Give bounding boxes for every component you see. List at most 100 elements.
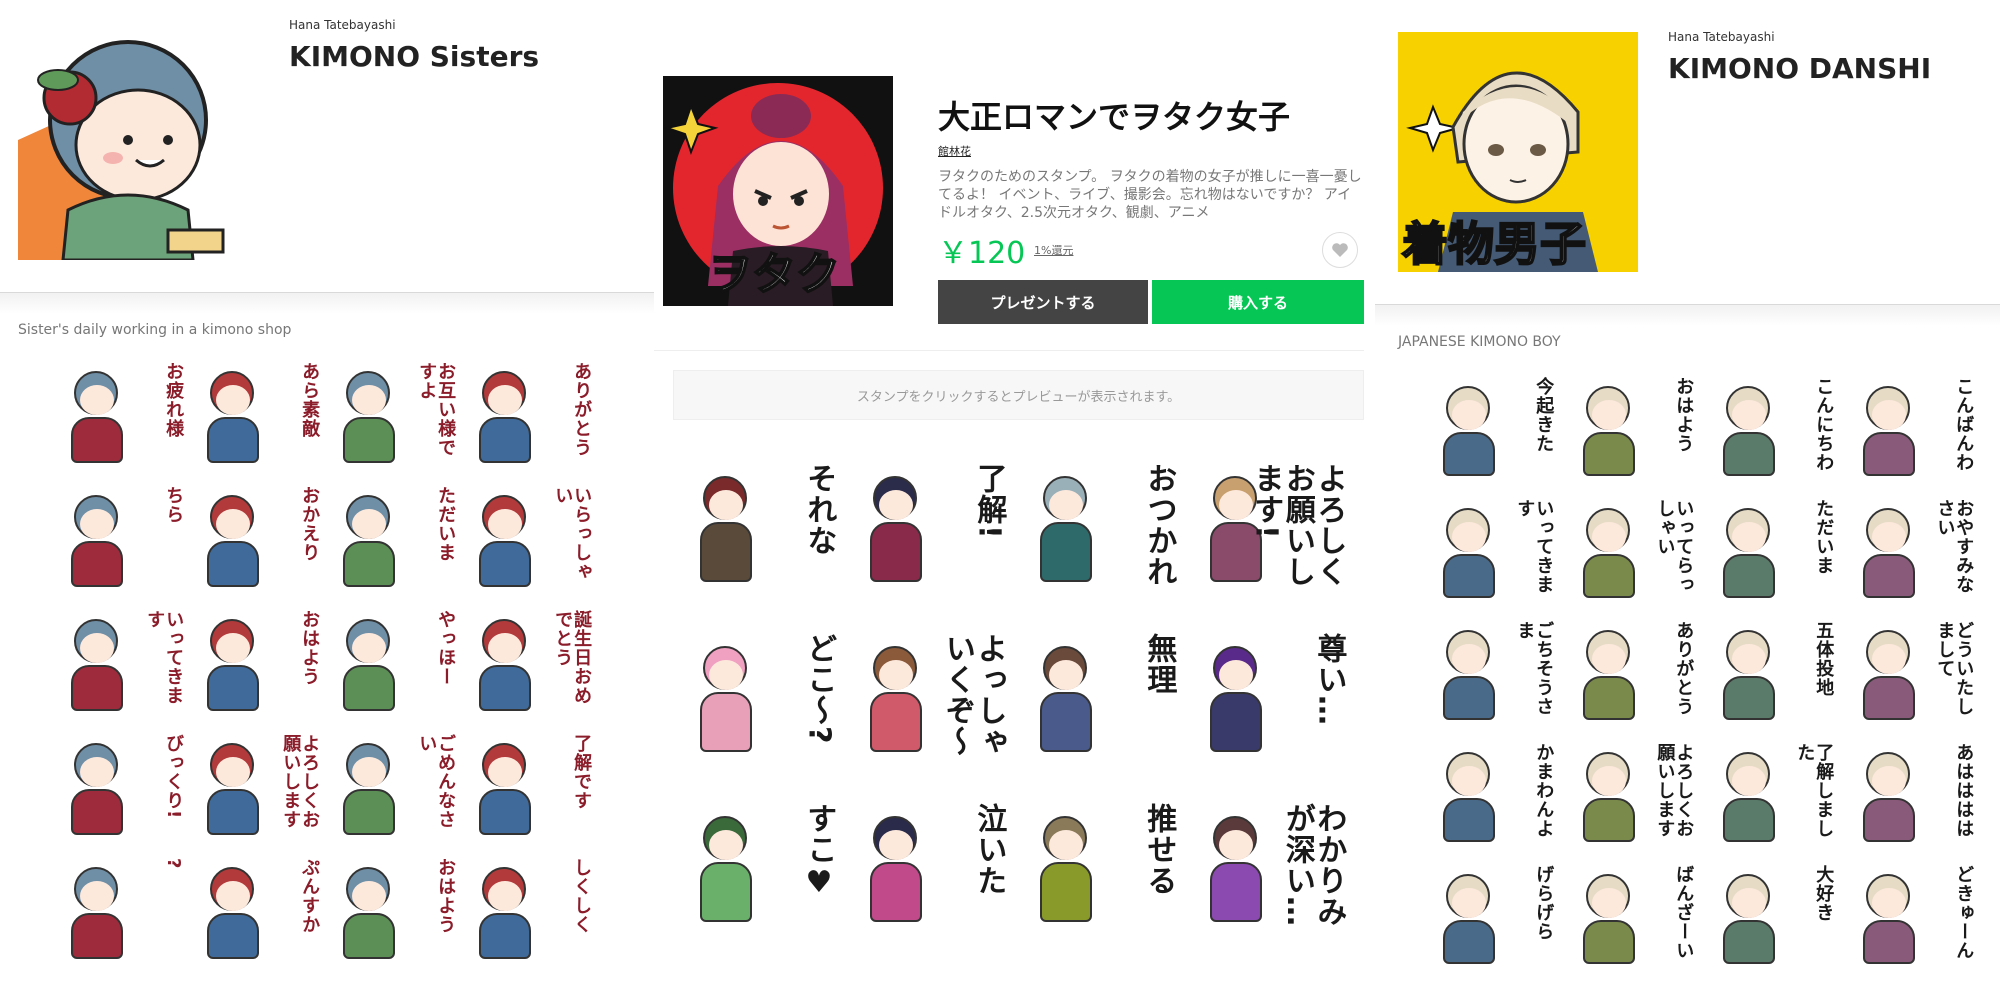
sticker-character-face (1451, 522, 1486, 553)
sticker-item[interactable]: いってきます (1430, 490, 1560, 604)
sticker-character-face (79, 633, 114, 664)
sticker-item[interactable]: いらっしゃい (466, 476, 598, 596)
sticker-text: おやすみなさい (1934, 499, 1975, 595)
sticker-text: 了解! (971, 462, 1007, 540)
sticker-character-body (479, 665, 532, 711)
sticker-item[interactable]: 了解! (854, 450, 1014, 610)
sticker-item[interactable]: 誕生日おめでとう (466, 600, 598, 720)
sticker-item[interactable]: ばんざーい (1570, 856, 1700, 970)
sticker-character-body (343, 417, 396, 463)
left-header: Hana Tatebayashi KIMONO Sisters (0, 0, 654, 292)
sticker-item[interactable]: やっほー (330, 600, 462, 720)
sticker-item[interactable]: いってきます (58, 600, 190, 720)
sticker-item[interactable]: 尊い… (1194, 620, 1354, 780)
left-pack-thumbnail[interactable] (18, 20, 228, 260)
sticker-character-body (1723, 798, 1775, 842)
sticker-character-body (207, 665, 260, 711)
sticker-item[interactable]: よろしくお願いします! (1194, 450, 1354, 610)
sticker-character-face (1591, 644, 1626, 675)
sticker-character-body (1723, 920, 1775, 964)
right-pack-thumbnail[interactable]: 着物男子 (1398, 32, 1638, 272)
sticker-text: ごちそうさま (1514, 621, 1555, 717)
sticker-item[interactable]: どきゅーん (1850, 856, 1980, 970)
sticker-character-face (1451, 644, 1486, 675)
present-button[interactable]: プレゼントする (938, 280, 1148, 324)
sticker-character-face (351, 385, 386, 416)
mid-points[interactable]: 1%還元 (1034, 242, 1073, 258)
sticker-character-body (1443, 554, 1495, 598)
sticker-item[interactable]: ありがとう (466, 352, 598, 472)
sticker-item[interactable]: よろしくお願いします (1570, 734, 1700, 848)
sticker-item[interactable]: お疲れ様 (58, 352, 190, 472)
sticker-item[interactable]: 大好き (1710, 856, 1840, 970)
sticker-item[interactable]: それな (684, 450, 844, 610)
sticker-item[interactable]: しくしく (466, 848, 598, 968)
sticker-item[interactable]: おやすみなさい (1850, 490, 1980, 604)
mid-pack-thumbnail[interactable]: ヲタク (663, 76, 893, 306)
sticker-item[interactable]: どこ〜? (684, 620, 844, 780)
sticker-item[interactable]: 泣いた (854, 790, 1014, 950)
sticker-item[interactable]: すこ♥ (684, 790, 844, 950)
sticker-text: ただいま (1813, 499, 1835, 576)
sticker-character-body (1583, 920, 1635, 964)
sticker-text: おはよう (1673, 377, 1695, 454)
sticker-item[interactable]: おかえり (194, 476, 326, 596)
sticker-item[interactable]: ありがとう (1570, 612, 1700, 726)
sticker-character-face (1591, 400, 1626, 431)
sticker-item[interactable]: ごちそうさま (1430, 612, 1560, 726)
sticker-item[interactable]: げらげら (1430, 856, 1560, 970)
sticker-item[interactable]: 了解しました (1710, 734, 1840, 848)
sticker-item[interactable]: よっしゃいくぞ〜 (854, 620, 1014, 780)
sticker-item[interactable]: 今起きた (1430, 368, 1560, 482)
sticker-item[interactable]: わかりみが深い… (1194, 790, 1354, 950)
sticker-item[interactable]: こんにちわ (1710, 368, 1840, 482)
sticker-character-body (1443, 432, 1495, 476)
sticker-character-face (1049, 829, 1084, 860)
sticker-character-body (700, 521, 752, 583)
sticker-item[interactable]: どういたしまして (1850, 612, 1980, 726)
sticker-character-face (351, 509, 386, 540)
sticker-item[interactable]: びっくり! (58, 724, 190, 844)
sticker-character-face (1871, 644, 1906, 675)
sticker-text: ? (163, 857, 185, 870)
sticker-item[interactable]: よろしくお願いします (194, 724, 326, 844)
sticker-item[interactable]: お互い様ですよ (330, 352, 462, 472)
right-description: JAPANESE KIMONO BOY (1398, 334, 1561, 350)
sticker-item[interactable]: 五体投地 (1710, 612, 1840, 726)
sticker-item[interactable]: おはよう (330, 848, 462, 968)
sticker-character-face (1591, 888, 1626, 919)
sticker-item[interactable]: ちら (58, 476, 190, 596)
sticker-character-face (79, 881, 114, 912)
sticker-item[interactable]: おはよう (194, 600, 326, 720)
sticker-item[interactable]: おはよう (1570, 368, 1700, 482)
favorite-button[interactable] (1322, 232, 1358, 268)
sticker-item[interactable]: ごめんなさい (330, 724, 462, 844)
sticker-item[interactable]: ただいま (1710, 490, 1840, 604)
sticker-character-body (1863, 920, 1915, 964)
sticker-item[interactable]: 推せる (1024, 790, 1184, 950)
sticker-text: 泣いた (971, 802, 1007, 896)
sticker-item[interactable]: あら素敵 (194, 352, 326, 472)
sticker-item[interactable]: ただいま (330, 476, 462, 596)
right-author[interactable]: Hana Tatebayashi (1668, 30, 1775, 44)
sticker-item[interactable]: ぷんすか (194, 848, 326, 968)
sticker-text: よろしくお願いします! (1248, 462, 1347, 587)
sticker-character-body (1863, 676, 1915, 720)
sticker-item[interactable]: おつかれ (1024, 450, 1184, 610)
buy-button[interactable]: 購入する (1152, 280, 1364, 324)
sticker-text: おはよう (299, 609, 321, 686)
sticker-item[interactable]: かまわんよ (1430, 734, 1560, 848)
sticker-item[interactable]: 無理 (1024, 620, 1184, 780)
sticker-text: お疲れ様 (163, 361, 185, 438)
heart-icon (1332, 243, 1348, 257)
sticker-character-body (479, 789, 532, 835)
mid-author[interactable]: 館林花 (938, 143, 971, 159)
sticker-text: お互い様ですよ (416, 361, 457, 457)
left-author[interactable]: Hana Tatebayashi (289, 18, 396, 32)
sticker-item[interactable]: ? (58, 848, 190, 968)
sticker-item[interactable]: いってらっしゃい (1570, 490, 1700, 604)
sticker-item[interactable]: こんばんわ (1850, 368, 1980, 482)
sticker-character-body (870, 691, 922, 753)
sticker-item[interactable]: 了解です (466, 724, 598, 844)
sticker-item[interactable]: あはははは (1850, 734, 1980, 848)
